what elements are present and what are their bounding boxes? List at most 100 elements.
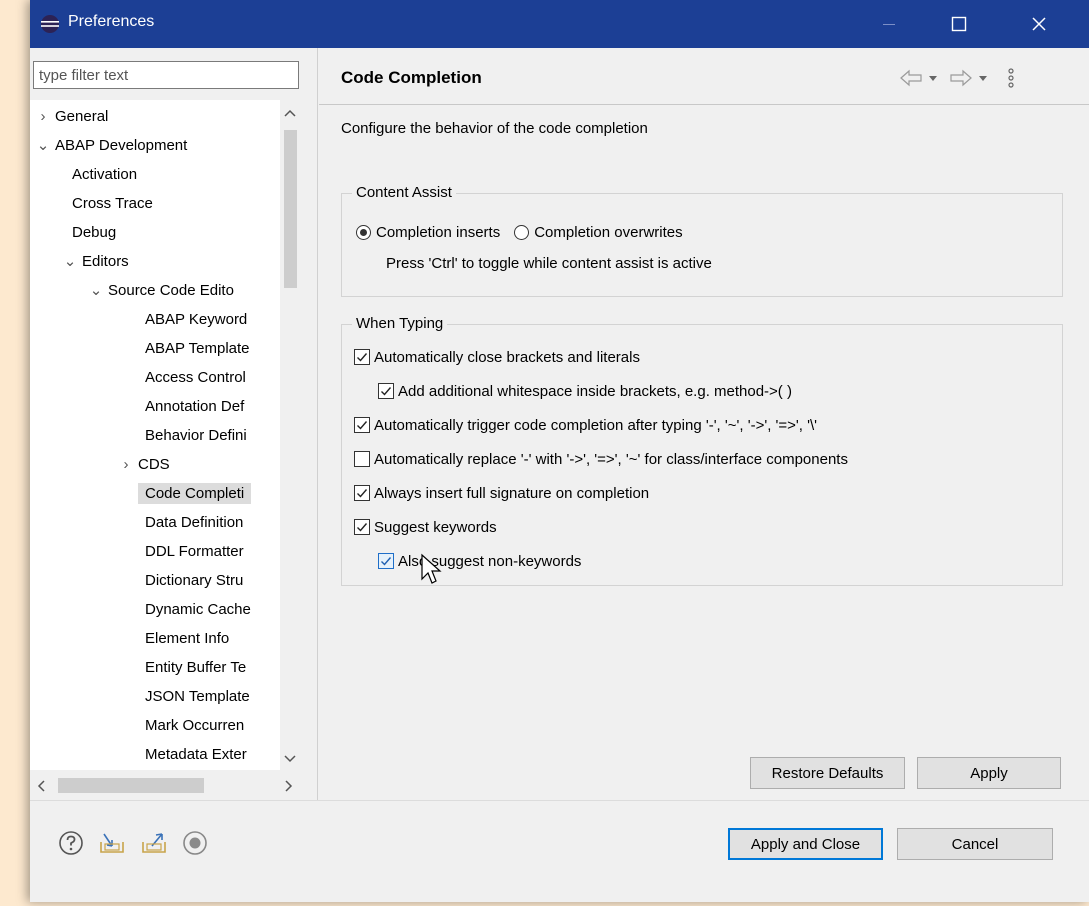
close-brackets-label[interactable]: Automatically close brackets and literal…	[374, 349, 640, 366]
eclipse-icon	[40, 14, 60, 34]
tree-item-cds[interactable]: › CDS	[118, 452, 170, 478]
completion-overwrites-label[interactable]: Completion overwrites	[534, 224, 682, 241]
tree-item-dictionary-structure[interactable]: Dictionary Stru	[145, 568, 243, 594]
full-signature-checkbox[interactable]	[354, 485, 370, 501]
completion-inserts-radio[interactable]	[356, 224, 371, 240]
tree-item-data-definition[interactable]: Data Definition	[145, 510, 243, 536]
tree-item-behavior-definition[interactable]: Behavior Defini	[145, 423, 247, 449]
tree-item-dynamic-cache[interactable]: Dynamic Cache	[145, 597, 251, 623]
preferences-window: Preferences ›General ⌄ABAP Development A…	[30, 0, 1089, 902]
tree-vertical-scrollbar[interactable]	[280, 100, 300, 770]
close-brackets-option[interactable]: Automatically close brackets and literal…	[354, 345, 640, 369]
window-footer	[30, 880, 1089, 902]
trigger-label[interactable]: Automatically trigger code completion af…	[374, 417, 817, 434]
tree-item-abap-keyword[interactable]: ABAP Keyword	[145, 307, 247, 333]
help-icon[interactable]	[58, 830, 84, 856]
tree-item-ddl-formatter[interactable]: DDL Formatter	[145, 539, 244, 565]
export-icon[interactable]	[140, 830, 168, 856]
checkmark-icon	[357, 353, 368, 362]
chevron-right-icon[interactable]: ›	[35, 104, 51, 130]
tree-item-editors[interactable]: ⌄ Editors	[62, 249, 129, 275]
tree-horizontal-scroll-thumb[interactable]	[58, 778, 204, 793]
tree-item-source-code-editor[interactable]: ⌄ Source Code Edito	[88, 278, 234, 304]
apply-button[interactable]: Apply	[917, 757, 1061, 789]
content-assist-group: Content Assist Completion inserts Comple…	[341, 184, 1063, 297]
replace-option[interactable]: Automatically replace '-' with '->', '=>…	[354, 447, 848, 471]
checkmark-icon	[357, 523, 368, 532]
trigger-checkbox[interactable]	[354, 417, 370, 433]
tree-item-cross-trace[interactable]: Cross Trace	[72, 191, 153, 217]
title-bar: Preferences	[30, 0, 1089, 48]
tree-vertical-scroll-thumb[interactable]	[284, 130, 297, 288]
footer-divider	[30, 800, 1089, 801]
completion-overwrites-radio[interactable]	[514, 224, 530, 240]
page-title: Code Completion	[341, 68, 482, 87]
checkmark-icon	[357, 421, 368, 430]
completion-inserts-label[interactable]: Completion inserts	[376, 224, 500, 241]
when-typing-title: When Typing	[352, 315, 448, 333]
restore-defaults-button[interactable]: Restore Defaults	[750, 757, 905, 789]
tree-horizontal-scrollbar[interactable]	[30, 772, 300, 800]
view-menu-icon[interactable]	[1008, 68, 1014, 88]
suggest-keywords-option[interactable]: Suggest keywords	[354, 515, 497, 539]
scroll-down-icon[interactable]	[280, 750, 300, 768]
tree-item-mark-occurrences[interactable]: Mark Occurren	[145, 713, 244, 739]
filter-input[interactable]	[33, 61, 299, 89]
tree-item-annotation-def[interactable]: Annotation Def	[145, 394, 244, 420]
cancel-button[interactable]: Cancel	[897, 828, 1053, 860]
footer-toolbar	[58, 830, 208, 856]
chevron-down-icon[interactable]: ⌄	[62, 249, 78, 275]
preference-tree: › General ⌄ ABAP Development Activation Cr…	[30, 100, 280, 770]
tree-item-element-info[interactable]: Element Info	[145, 626, 229, 652]
non-keywords-option[interactable]: Also suggest non-keywords	[378, 549, 581, 573]
mouse-cursor-icon	[421, 553, 442, 584]
forward-arrow-icon[interactable]	[950, 69, 972, 87]
pane-splitter[interactable]	[317, 48, 318, 800]
apply-and-close-button[interactable]: Apply and Close	[728, 828, 883, 860]
replace-label[interactable]: Automatically replace '-' with '->', '=>…	[374, 451, 848, 468]
tree-item-abap-template[interactable]: ABAP Template	[145, 336, 250, 362]
toggle-hint: Press 'Ctrl' to toggle while content ass…	[386, 255, 712, 272]
checkmark-icon	[357, 489, 368, 498]
tree-item-abap-development[interactable]: ⌄ ABAP Development	[35, 133, 188, 159]
minimize-button[interactable]	[866, 0, 912, 48]
scroll-up-icon[interactable]	[280, 104, 300, 122]
maximize-button[interactable]	[936, 0, 982, 48]
tree-item-general[interactable]: › General	[35, 104, 109, 130]
replace-checkbox[interactable]	[354, 451, 370, 467]
import-icon[interactable]	[98, 830, 126, 856]
whitespace-option[interactable]: Add additional whitespace inside bracket…	[378, 379, 792, 403]
scroll-left-icon[interactable]	[30, 776, 54, 796]
scroll-right-icon[interactable]	[276, 776, 300, 796]
trigger-option[interactable]: Automatically trigger code completion af…	[354, 413, 817, 437]
suggest-keywords-checkbox[interactable]	[354, 519, 370, 535]
tree-item-code-completion[interactable]: Code Completi	[138, 481, 252, 507]
record-icon[interactable]	[182, 830, 208, 856]
full-signature-label[interactable]: Always insert full signature on completi…	[374, 485, 649, 502]
forward-history-dropdown-icon[interactable]	[979, 76, 987, 81]
suggest-keywords-label[interactable]: Suggest keywords	[374, 519, 497, 536]
when-typing-group: When Typing Automatically close brackets…	[341, 315, 1063, 586]
tree-item-activation[interactable]: Activation	[72, 162, 137, 188]
page-navigation	[900, 68, 1014, 88]
non-keywords-checkbox[interactable]	[378, 553, 394, 569]
full-signature-option[interactable]: Always insert full signature on completi…	[354, 481, 649, 505]
tree-item-entity-buffer[interactable]: Entity Buffer Te	[145, 655, 246, 681]
back-arrow-icon[interactable]	[900, 69, 922, 87]
whitespace-checkbox[interactable]	[378, 383, 394, 399]
whitespace-label[interactable]: Add additional whitespace inside bracket…	[398, 383, 792, 400]
completion-mode-radios: Completion inserts Completion overwrites	[356, 220, 697, 244]
close-brackets-checkbox[interactable]	[354, 349, 370, 365]
close-button[interactable]	[1016, 0, 1062, 48]
tree-item-metadata-extension[interactable]: Metadata Exter	[145, 742, 247, 768]
tree-item-debug[interactable]: Debug	[72, 220, 116, 246]
tree-item-access-control[interactable]: Access Control	[145, 365, 246, 391]
back-history-dropdown-icon[interactable]	[929, 76, 937, 81]
tree-item-json-template[interactable]: JSON Template	[145, 684, 250, 710]
close-icon	[1032, 17, 1046, 31]
chevron-right-icon[interactable]: ›	[118, 452, 134, 478]
chevron-down-icon[interactable]: ⌄	[88, 278, 104, 304]
checkmark-icon	[381, 557, 392, 566]
content-assist-title: Content Assist	[352, 184, 456, 202]
chevron-down-icon[interactable]: ⌄	[35, 133, 51, 159]
